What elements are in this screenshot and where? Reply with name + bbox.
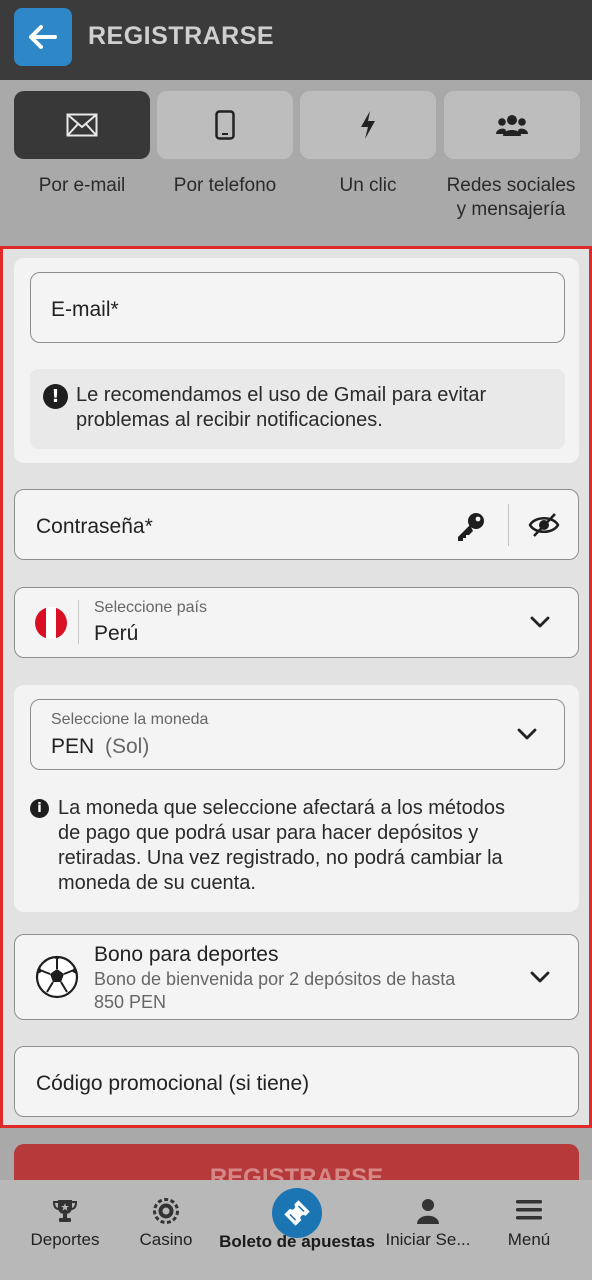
hamburger-menu-icon (516, 1200, 542, 1220)
chevron-down-icon (517, 728, 537, 740)
lightning-icon (361, 111, 375, 139)
users-icon (496, 115, 528, 136)
arrow-left-icon (29, 25, 57, 49)
tab-social-label-line2: y mensajería (456, 199, 566, 220)
promo-code-placeholder: Código promocional (si tiene) (36, 1072, 310, 1095)
currency-notice-text: La moneda que seleccione afectará a los … (58, 796, 573, 896)
back-button[interactable] (14, 8, 72, 66)
bonus-description: Bono de bienvenida por 2 depósitos de ha… (94, 968, 455, 1014)
nav-item-login[interactable]: Iniciar Se... (376, 1180, 480, 1280)
email-placeholder: E-mail* (51, 298, 119, 321)
gmail-notice-line2: problemas al recibir notificaciones. (76, 409, 383, 431)
nav-item-menu[interactable]: Menú (474, 1180, 584, 1280)
password-divider (508, 504, 509, 546)
country-value: Perú (94, 622, 139, 645)
promo-code-field[interactable]: Código promocional (si tiene) (14, 1046, 579, 1117)
tab-social-label: Redes sociales y mensajería (436, 174, 586, 222)
currency-notice-line1: La moneda que seleccione afectará a los … (58, 797, 505, 819)
chevron-down-icon (530, 616, 550, 628)
gmail-notice-text: Le recomendamos el uso de Gmail para evi… (76, 383, 556, 433)
nav-label-menu: Menú (507, 1230, 551, 1249)
tab-one-click[interactable] (300, 91, 436, 159)
phone-icon (215, 110, 235, 140)
tab-phone[interactable] (157, 91, 293, 159)
top-bar: REGISTRARSE (0, 0, 592, 80)
nav-label-casino: Casino (139, 1230, 193, 1249)
tab-phone-label: Por telefono (173, 175, 277, 196)
bonus-title: Bono para deportes (94, 943, 279, 966)
currency-select[interactable]: Seleccione la moneda PEN (Sol) (30, 699, 565, 770)
currency-notice-line4: moneda de su cuenta. (58, 872, 256, 894)
info-icon: i (30, 799, 49, 818)
currency-notice-line3: retiradas. Una vez registrado, no podrá … (58, 847, 503, 869)
soccer-ball-icon (35, 955, 79, 999)
nav-label-bet-slip: Boleto de apuestas (219, 1232, 375, 1251)
nav-item-deportes[interactable]: Deportes (10, 1180, 120, 1280)
bonus-desc-line1: Bono de bienvenida por 2 depósitos de ha… (94, 969, 456, 989)
peru-flag-icon (35, 607, 67, 639)
tab-social-label-line1: Redes sociales (446, 175, 576, 196)
nav-label-deportes: Deportes (30, 1230, 100, 1249)
tab-email-label: Por e-mail (38, 175, 126, 196)
chevron-down-icon (530, 971, 550, 983)
exclamation-icon: ! (43, 384, 68, 409)
currency-name: (Sol) (105, 735, 150, 758)
currency-notice-line2: de pago que podrá usar para hacer depósi… (58, 822, 479, 844)
country-label: Seleccione país (94, 599, 207, 616)
country-divider (78, 600, 79, 644)
email-field[interactable]: E-mail* (30, 272, 565, 343)
casino-chip-icon (153, 1198, 179, 1224)
envelope-icon (66, 113, 98, 137)
password-field[interactable]: Contraseña* (14, 489, 579, 560)
user-icon (417, 1199, 439, 1224)
currency-code: PEN (51, 735, 95, 758)
currency-label: Seleccione la moneda (51, 711, 209, 728)
nav-item-bet-slip[interactable]: Boleto de apuestas (212, 1180, 382, 1280)
gmail-notice: ! Le recomendamos el uso de Gmail para e… (30, 369, 565, 449)
bonus-desc-line2: 850 PEN (94, 992, 167, 1012)
tab-email[interactable] (14, 91, 150, 159)
key-icon[interactable] (455, 510, 487, 542)
bonus-select[interactable]: Bono para deportes Bono de bienvenida po… (14, 934, 579, 1020)
country-select[interactable]: Seleccione país Perú (14, 587, 579, 658)
eye-slash-icon[interactable] (528, 512, 560, 538)
nav-item-casino[interactable]: Casino (111, 1180, 221, 1280)
trophy-icon (52, 1200, 78, 1222)
nav-label-login: Iniciar Se... (385, 1230, 471, 1249)
page-title: REGISTRARSE (88, 22, 275, 50)
gmail-notice-line1: Le recomendamos el uso de Gmail para evi… (76, 384, 487, 406)
tab-one-click-label: Un clic (339, 175, 397, 196)
tab-social[interactable] (444, 91, 580, 159)
password-placeholder: Contraseña* (36, 515, 153, 538)
